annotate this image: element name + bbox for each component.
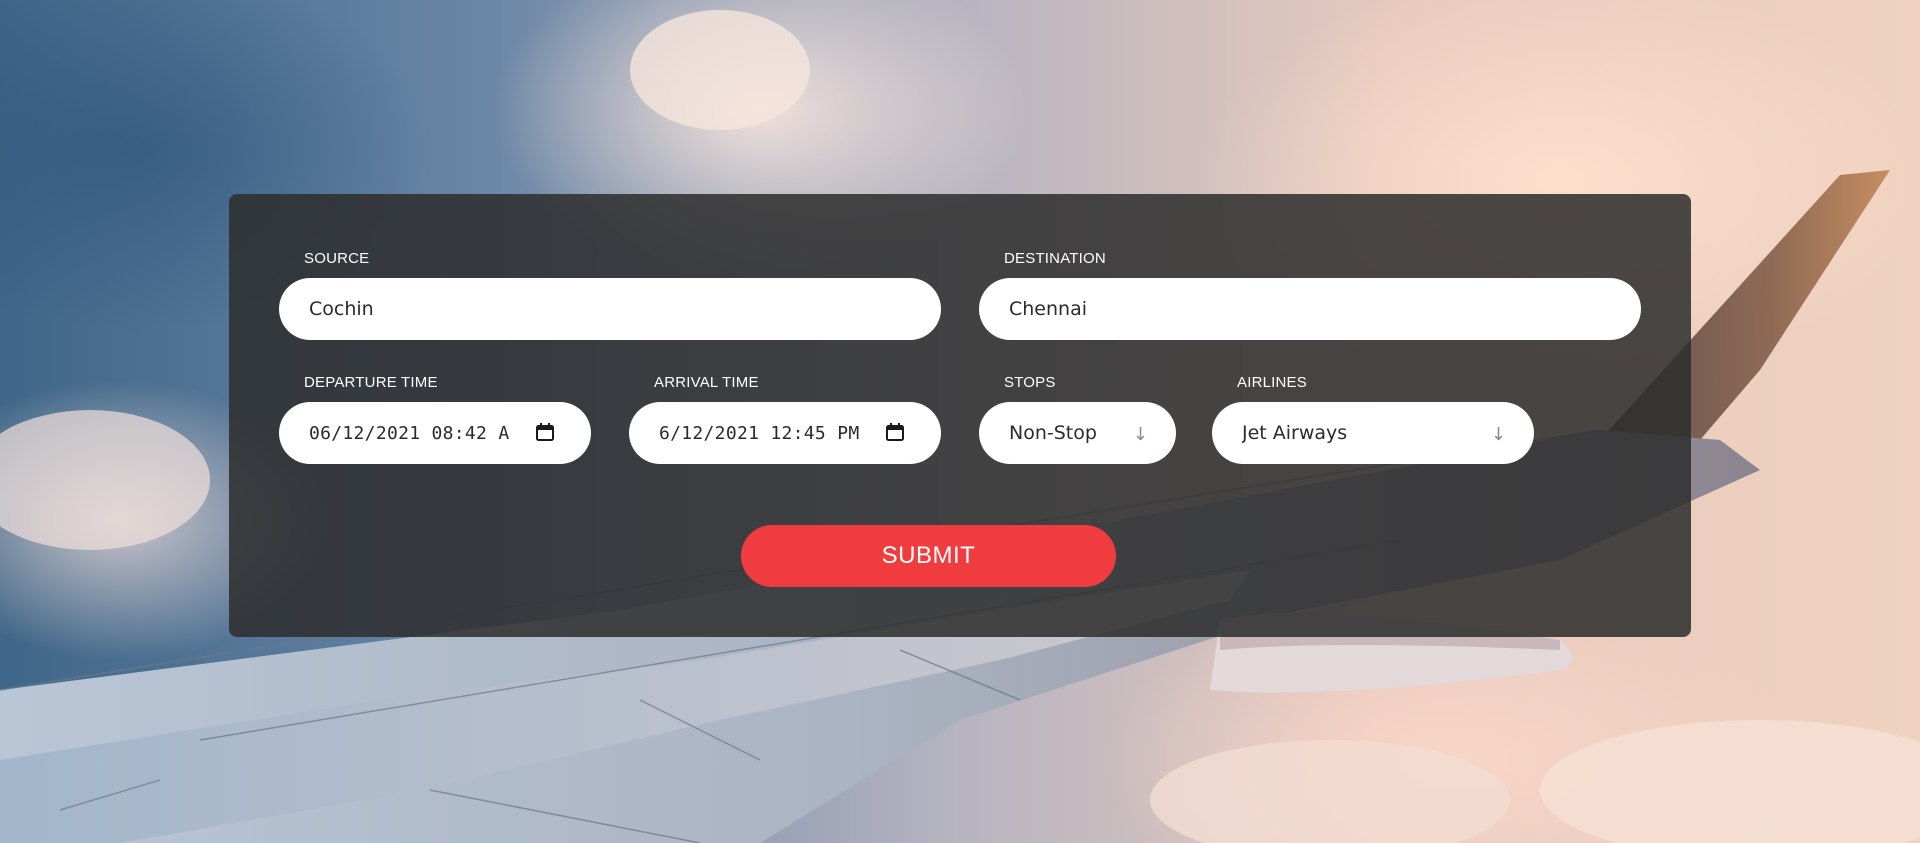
source-value: Cochin <box>309 298 374 320</box>
airlines-field: AIRLINES Jet Airways ↓ <box>1212 374 1534 464</box>
background-scene: SOURCE Cochin DESTINATION Chennai DEPART… <box>0 0 1920 843</box>
stops-label: STOPS <box>1004 374 1056 391</box>
source-label: SOURCE <box>304 250 370 267</box>
airlines-value: Jet Airways <box>1242 422 1348 444</box>
destination-label: DESTINATION <box>1004 250 1106 267</box>
airlines-select[interactable]: Jet Airways ↓ <box>1212 402 1534 464</box>
destination-input[interactable]: Chennai <box>979 278 1641 340</box>
source-input[interactable]: Cochin <box>279 278 941 340</box>
stops-field: STOPS Non-Stop ↓ <box>979 374 1176 464</box>
arrow-down-icon: ↓ <box>1490 424 1506 445</box>
calendar-icon[interactable] <box>885 422 905 442</box>
destination-field: DESTINATION Chennai <box>979 250 1641 340</box>
flight-search-panel: SOURCE Cochin DESTINATION Chennai DEPART… <box>229 194 1691 637</box>
destination-value: Chennai <box>1009 298 1088 320</box>
calendar-icon[interactable] <box>535 422 555 442</box>
arrival-time-input[interactable]: 6/12/2021 12:45 PM <box>629 402 941 464</box>
submit-button[interactable]: SUBMIT <box>741 525 1116 587</box>
departure-time-label: DEPARTURE TIME <box>304 374 438 391</box>
departure-time-value: 06/12/2021 08:42 AI <box>309 422 511 444</box>
arrival-time-field: ARRIVAL TIME 6/12/2021 12:45 PM <box>629 374 941 464</box>
arrival-time-value: 6/12/2021 12:45 PM <box>659 422 860 444</box>
stops-value: Non-Stop <box>1009 422 1097 444</box>
arrow-down-icon: ↓ <box>1132 424 1148 445</box>
departure-time-field: DEPARTURE TIME 06/12/2021 08:42 AI <box>279 374 591 464</box>
source-field: SOURCE Cochin <box>279 250 941 340</box>
stops-select[interactable]: Non-Stop ↓ <box>979 402 1176 464</box>
airlines-label: AIRLINES <box>1237 374 1307 391</box>
departure-time-input[interactable]: 06/12/2021 08:42 AI <box>279 402 591 464</box>
arrival-time-label: ARRIVAL TIME <box>654 374 759 391</box>
